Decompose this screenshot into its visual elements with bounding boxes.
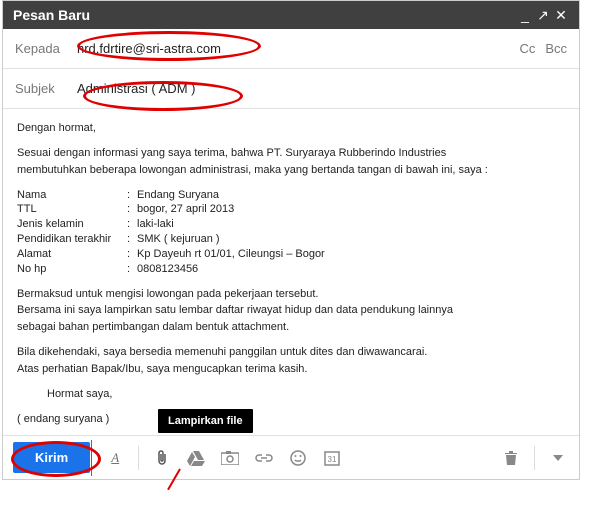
svg-text:31: 31 <box>328 455 337 464</box>
separator <box>534 446 535 470</box>
drive-icon[interactable] <box>185 447 207 469</box>
closing: Hormat saya, <box>17 387 565 402</box>
minimize-icon[interactable]: _ <box>517 7 533 23</box>
info-row: Alamat: Kp Dayeuh rt 01/01, Cileungsi – … <box>17 247 565 262</box>
message-body[interactable]: Dengan hormat, Sesuai dengan informasi y… <box>3 109 579 445</box>
cc-button[interactable]: Cc <box>519 41 535 56</box>
info-row: Jenis kelamin: laki-laki <box>17 217 565 232</box>
subject-row[interactable]: Subjek Administrasi ( ADM ) <box>3 69 579 109</box>
intro-line: membutuhkan beberapa lowongan administra… <box>17 163 565 178</box>
more-icon[interactable] <box>547 447 569 469</box>
signature: ( endang suryana ) <box>17 412 565 427</box>
info-row: TTL: bogor, 27 april 2013 <box>17 202 565 217</box>
info-key: Nama <box>17 188 127 203</box>
info-val: 0808123456 <box>137 262 198 277</box>
separator <box>138 446 139 470</box>
photo-icon[interactable] <box>219 447 241 469</box>
info-val: Endang Suryana <box>137 188 219 203</box>
info-val: laki-laki <box>137 217 174 232</box>
close-icon[interactable]: ✕ <box>553 7 569 23</box>
info-val: bogor, 27 april 2013 <box>137 202 234 217</box>
info-val: Kp Dayeuh rt 01/01, Cileungsi – Bogor <box>137 247 325 262</box>
to-label: Kepada <box>15 41 77 56</box>
to-value: hrd.fdrtire@sri-astra.com <box>77 41 221 56</box>
subject-label: Subjek <box>15 81 77 96</box>
info-val: SMK ( kejuruan ) <box>137 232 220 247</box>
calendar-icon[interactable]: 31 <box>321 447 343 469</box>
compose-toolbar: Kirim A 31 <box>3 435 579 479</box>
format-icon[interactable]: A <box>104 447 126 469</box>
para-line: Bermaksud untuk mengisi lowongan pada pe… <box>17 287 565 302</box>
intro-line: Sesuai dengan informasi yang saya terima… <box>17 146 565 161</box>
greeting: Dengan hormat, <box>17 121 565 136</box>
send-split-icon[interactable] <box>91 440 92 476</box>
emoji-icon[interactable] <box>287 447 309 469</box>
info-key: Jenis kelamin <box>17 217 127 232</box>
trash-icon[interactable] <box>500 447 522 469</box>
para-line: sebagai bahan pertimbangan dalam bentuk … <box>17 320 565 335</box>
info-row: Pendidikan terakhir: SMK ( kejuruan ) <box>17 232 565 247</box>
subject-value: Administrasi ( ADM ) <box>77 81 195 96</box>
compose-title: Pesan Baru <box>13 7 90 23</box>
bcc-button[interactable]: Bcc <box>545 41 567 56</box>
send-button[interactable]: Kirim <box>13 442 90 473</box>
expand-icon[interactable]: ↗ <box>535 7 551 23</box>
compose-header: Pesan Baru _ ↗ ✕ <box>3 1 579 29</box>
info-row: No hp: 0808123456 <box>17 262 565 277</box>
info-row: Nama: Endang Suryana <box>17 188 565 203</box>
para-line: Atas perhatian Bapak/Ibu, saya mengucapk… <box>17 362 565 377</box>
info-key: No hp <box>17 262 127 277</box>
attach-tooltip: Lampirkan file <box>158 409 253 433</box>
link-icon[interactable] <box>253 447 275 469</box>
to-row[interactable]: Kepada hrd.fdrtire@sri-astra.com Cc Bcc <box>3 29 579 69</box>
info-key: Pendidikan terakhir <box>17 232 127 247</box>
info-key: TTL <box>17 202 127 217</box>
attach-icon[interactable] <box>151 447 173 469</box>
para-line: Bersama ini saya lampirkan satu lembar d… <box>17 303 565 318</box>
info-key: Alamat <box>17 247 127 262</box>
para-line: Bila dikehendaki, saya bersedia memenuhi… <box>17 345 565 360</box>
